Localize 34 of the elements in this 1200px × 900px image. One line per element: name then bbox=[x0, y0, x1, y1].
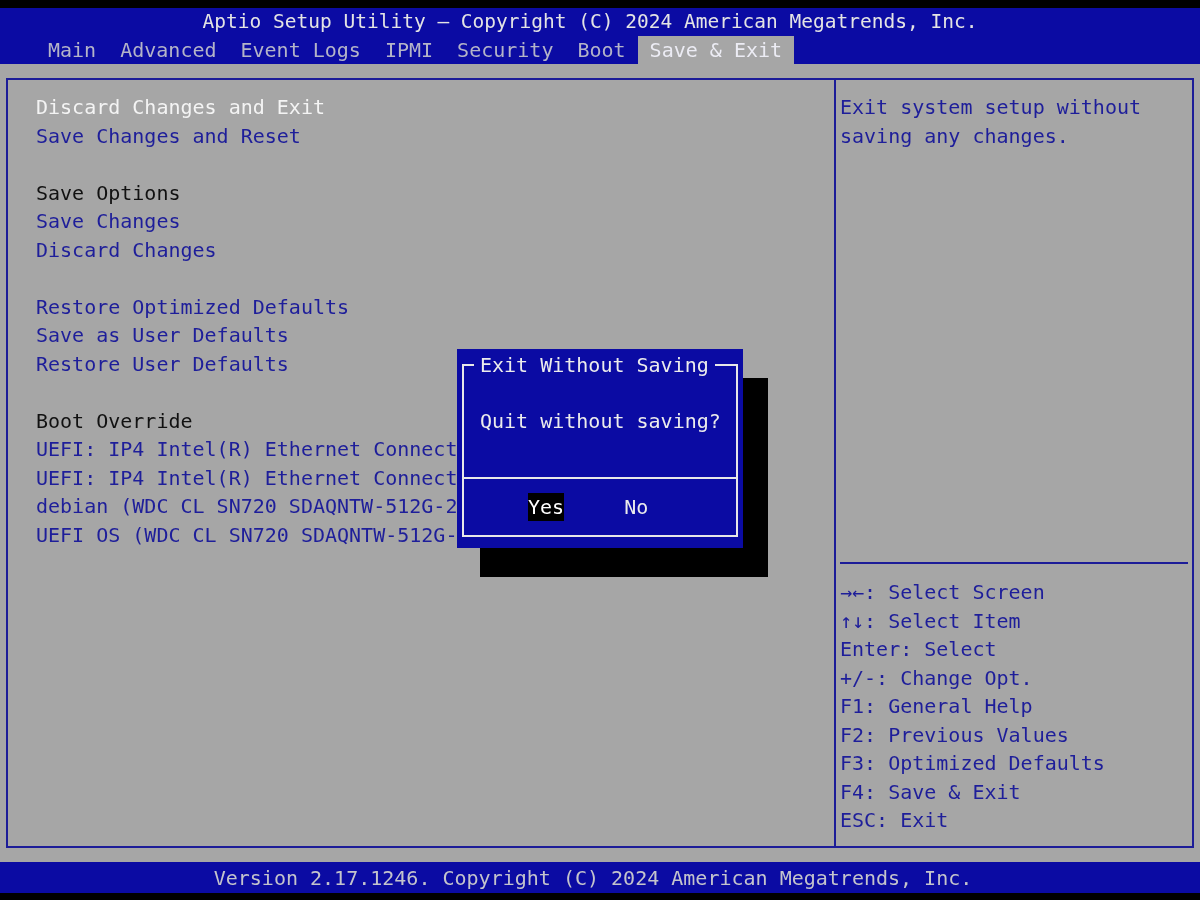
help-text: Exit system setup without saving any changes. bbox=[840, 94, 1143, 150]
key-hint: →←: Select Screen bbox=[840, 579, 1045, 606]
dialog-button[interactable]: Yes bbox=[528, 493, 565, 521]
menu-tab[interactable]: Event Logs bbox=[228, 36, 373, 64]
menu-item[interactable]: debian (WDC CL SN720 SDAQNTW-512G-2 bbox=[36, 492, 458, 521]
menu-item[interactable]: Save Changes bbox=[36, 207, 181, 236]
menu-item[interactable]: Discard Changes bbox=[36, 235, 217, 264]
menu-item[interactable]: UEFI: IP4 Intel(R) Ethernet Connect bbox=[36, 463, 458, 492]
key-hint: Enter: Select bbox=[840, 636, 997, 663]
menu-tab[interactable]: IPMI bbox=[372, 36, 446, 64]
section-heading: Save Options bbox=[36, 179, 181, 207]
menu-item[interactable]: Restore Optimized Defaults bbox=[36, 292, 350, 321]
dialog-button[interactable]: No bbox=[624, 493, 649, 521]
menu-item[interactable]: Restore User Defaults bbox=[36, 349, 289, 378]
menu-item[interactable]: Save as User Defaults bbox=[36, 321, 289, 350]
menu-item[interactable]: Save Changes and Reset bbox=[36, 121, 301, 150]
key-hint: F4: Save & Exit bbox=[840, 778, 1021, 806]
key-hint: ESC: Exit bbox=[840, 807, 949, 834]
dialog-message: Quit without saving? bbox=[480, 408, 721, 435]
key-hint: +/-: Change Opt. bbox=[840, 664, 1033, 692]
menu-item[interactable]: UEFI OS (WDC CL SN720 SDAQNTW-512G- bbox=[36, 520, 458, 549]
section-heading: Boot Override bbox=[36, 407, 193, 435]
menu-tab[interactable]: Boot bbox=[565, 36, 638, 64]
window-title: Aptio Setup Utility – Copyright (C) 2024 American Megatrends, Inc. bbox=[202, 9, 978, 35]
key-hint: ↑↓: Select Item bbox=[840, 607, 1021, 635]
menu-item[interactable]: UEFI: IP4 Intel(R) Ethernet Connect bbox=[36, 435, 458, 464]
dialog-title: Exit Without Saving bbox=[479, 352, 710, 379]
menu-tab[interactable]: Security bbox=[445, 36, 566, 64]
key-hint: F2: Previous Values bbox=[840, 721, 1069, 749]
version-text: Version 2.17.1246. Copyright (C) 2024 American Megatrends, Inc. bbox=[213, 864, 973, 892]
key-hint: F1: General Help bbox=[840, 693, 1033, 720]
key-hint: F3: Optimized Defaults bbox=[840, 750, 1105, 777]
menu-tab[interactable]: Advanced bbox=[108, 36, 229, 64]
menu-tab[interactable]: Main bbox=[36, 36, 109, 64]
